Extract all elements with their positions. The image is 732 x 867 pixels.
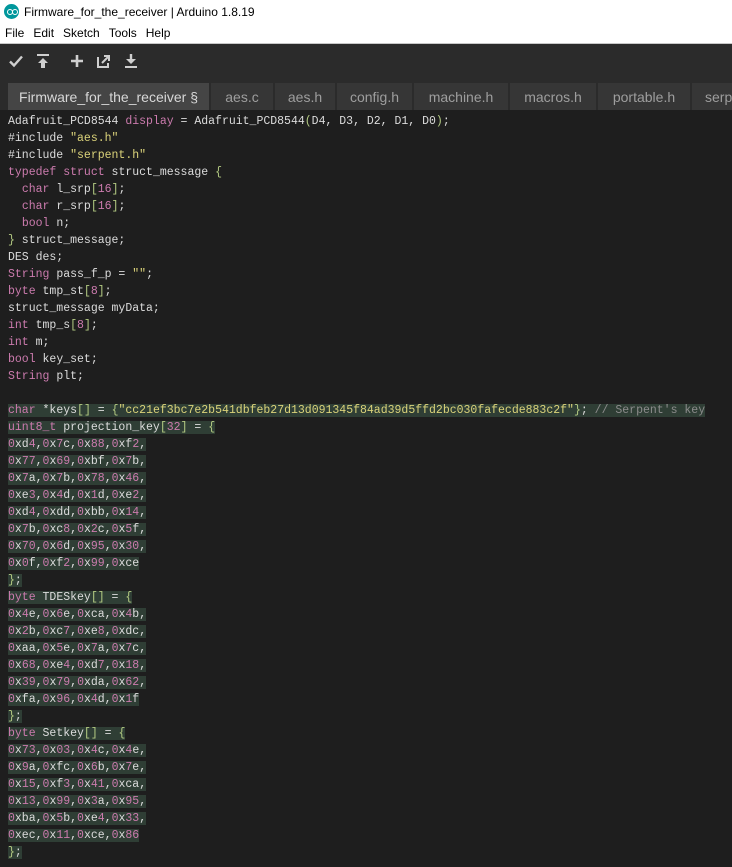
code-line: byte tmp_st[8]; — [8, 285, 112, 298]
code-line: int tmp_s[8]; — [8, 319, 98, 332]
code-line: bool key_set; — [8, 353, 98, 366]
code-line: 0x70,0x6d,0x95,0x30, — [8, 540, 147, 553]
menu-file[interactable]: File — [4, 26, 25, 40]
code-line: Adafruit_PCD8544 display = Adafruit_PCD8… — [8, 115, 450, 128]
tab-config-h[interactable]: config.h — [337, 83, 412, 110]
arduino-logo-icon — [4, 4, 19, 19]
code-line: byte Setkey[] = { — [8, 727, 126, 740]
code-line: } struct_message; — [8, 234, 126, 247]
menu-tools[interactable]: Tools — [108, 26, 138, 40]
code-line: #include "serpent.h" — [8, 149, 147, 162]
code-line: 0x2b,0xc7,0xe8,0xdc, — [8, 625, 147, 638]
open-icon — [97, 55, 110, 68]
tab-bar: Firmware_for_the_receiver § aes.c aes.h … — [0, 78, 732, 110]
code-text: Adafruit_PCD8544 display = Adafruit_PCD8… — [0, 110, 732, 861]
tab-serpent[interactable]: serp — [692, 83, 732, 110]
code-line: 0x77,0x69,0xbf,0x7b, — [8, 455, 147, 468]
new-button[interactable] — [66, 50, 88, 72]
title-bar: Firmware_for_the_receiver | Arduino 1.8.… — [0, 0, 732, 23]
code-line: 0x39,0x79,0xda,0x62, — [8, 676, 147, 689]
upload-button[interactable] — [32, 50, 54, 72]
menu-edit[interactable]: Edit — [32, 26, 55, 40]
toolbar — [0, 44, 732, 78]
code-editor[interactable]: Adafruit_PCD8544 display = Adafruit_PCD8… — [0, 110, 732, 867]
code-line: 0xd4,0xdd,0xbb,0x14, — [8, 506, 147, 519]
menu-help[interactable]: Help — [145, 26, 172, 40]
tab-firmware-for-the-receiver[interactable]: Firmware_for_the_receiver § — [8, 83, 209, 110]
new-icon — [71, 55, 83, 67]
code-line: typedef struct struct_message { — [8, 166, 222, 179]
code-line: 0xfa,0x96,0x4d,0x1f — [8, 693, 140, 706]
window-title: Firmware_for_the_receiver | Arduino 1.8.… — [24, 4, 255, 19]
code-line: 0x4e,0x6e,0xca,0x4b, — [8, 608, 147, 621]
code-line: 0xaa,0x5e,0x7a,0x7c, — [8, 642, 147, 655]
code-line: byte TDESkey[] = { — [8, 591, 133, 604]
verify-icon — [9, 55, 23, 68]
code-line: String pass_f_p = ""; — [8, 268, 153, 281]
code-line: }; — [8, 710, 22, 723]
code-line: int m; — [8, 336, 50, 349]
code-line: 0x0f,0xf2,0x99,0xce — [8, 557, 140, 570]
code-line: char l_srp[16]; — [21, 183, 126, 196]
upload-icon — [37, 54, 49, 68]
verify-button[interactable] — [5, 50, 27, 72]
code-line: }; — [8, 574, 22, 587]
save-button[interactable] — [120, 50, 142, 72]
code-line: 0xd4,0x7c,0x88,0xf2, — [8, 438, 147, 451]
code-line: 0xe3,0x4d,0x1d,0xe2, — [8, 489, 147, 502]
code-line: DES des; — [8, 251, 64, 264]
code-line: char *keys[] = {"cc21ef3bc7e2b541dbfeb27… — [8, 404, 706, 417]
code-line: 0xec,0x11,0xce,0x86 — [8, 829, 140, 842]
menu-sketch[interactable]: Sketch — [62, 26, 101, 40]
code-line: uint8_t projection_key[32] = { — [8, 421, 216, 434]
code-line: 0x15,0xf3,0x41,0xca, — [8, 778, 147, 791]
tab-aes-h[interactable]: aes.h — [275, 83, 335, 110]
code-line: String plt; — [8, 370, 84, 383]
code-line: #include "aes.h" — [8, 132, 119, 145]
code-line: 0xba,0x5b,0xe4,0x33, — [8, 812, 147, 825]
code-line: 0x9a,0xfc,0x6b,0x7e, — [8, 761, 147, 774]
code-line: char r_srp[16]; — [21, 200, 126, 213]
code-line: 0x7b,0xc8,0x2c,0x5f, — [8, 523, 147, 536]
code-line: 0x13,0x99,0x3a,0x95, — [8, 795, 147, 808]
code-line: }; — [8, 846, 22, 859]
open-button[interactable] — [93, 50, 115, 72]
code-line: bool n; — [21, 217, 71, 230]
code-line: 0x68,0xe4,0xd7,0x18, — [8, 659, 147, 672]
tab-machine-h[interactable]: machine.h — [414, 83, 508, 110]
code-line: struct_message myData; — [8, 302, 160, 315]
code-line: 0x73,0x03,0x4c,0x4e, — [8, 744, 147, 757]
tab-macros-h[interactable]: macros.h — [510, 83, 596, 110]
menu-bar: File Edit Sketch Tools Help — [0, 23, 732, 44]
code-line: 0x7a,0x7b,0x78,0x46, — [8, 472, 147, 485]
save-icon — [125, 54, 137, 68]
tab-aes-c[interactable]: aes.c — [211, 83, 273, 110]
tab-portable-h[interactable]: portable.h — [598, 83, 690, 110]
